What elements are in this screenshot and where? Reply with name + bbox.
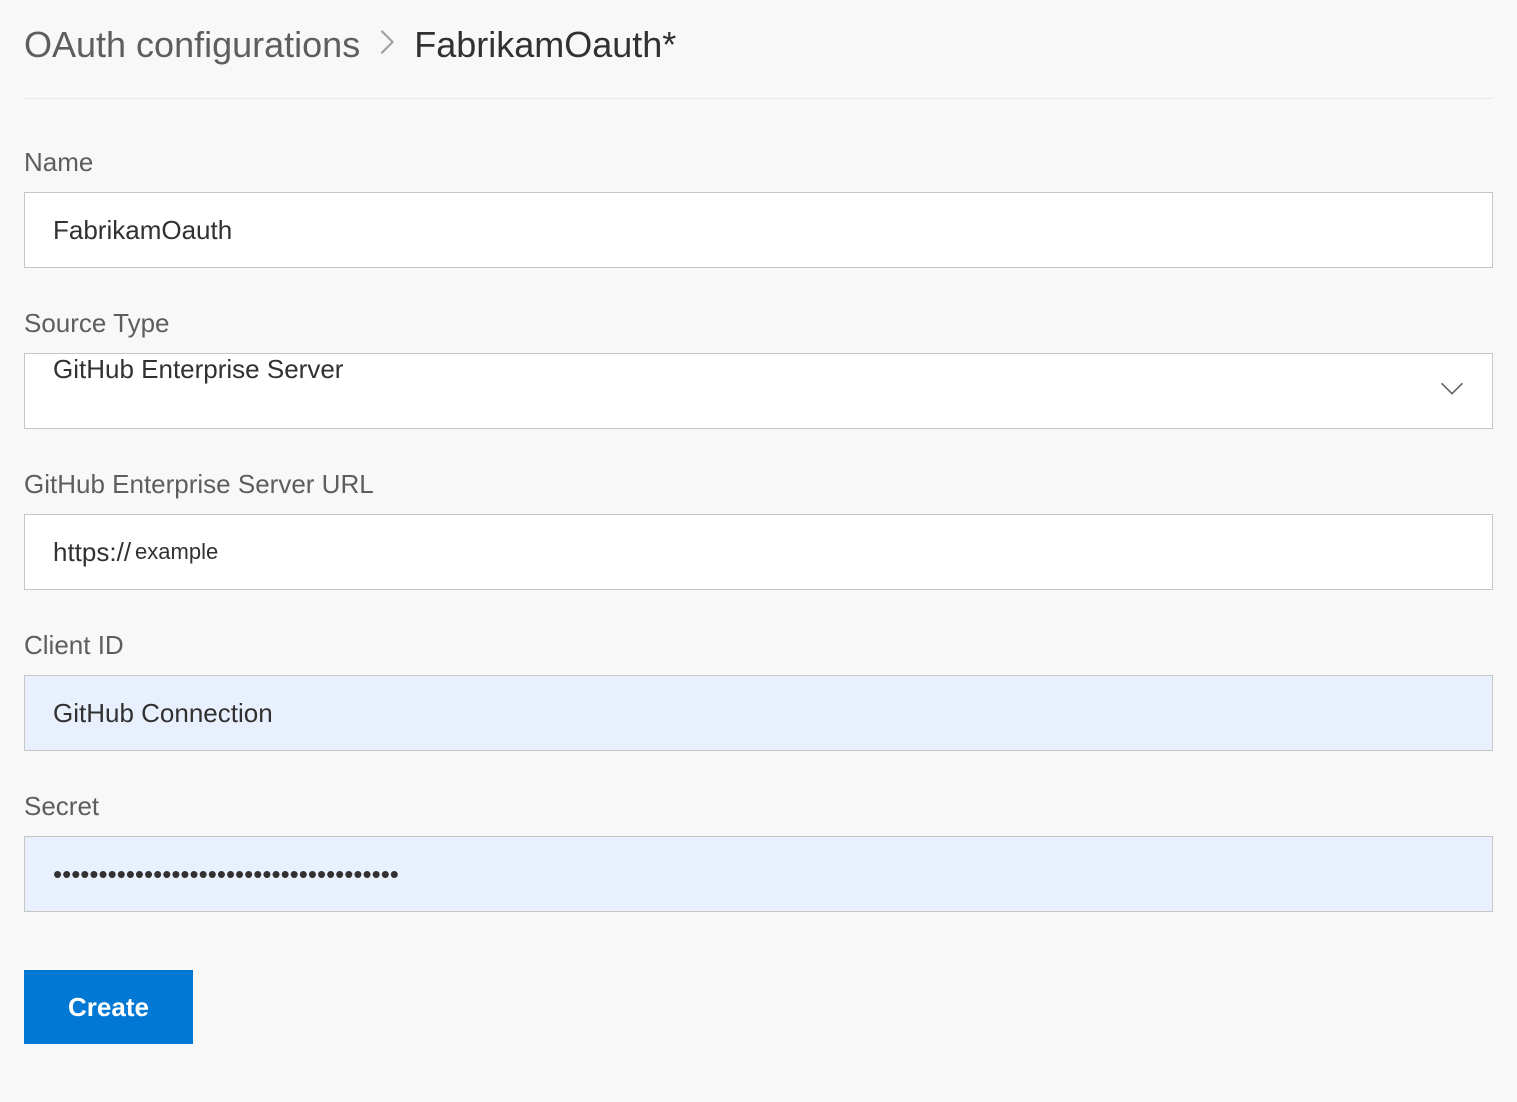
create-button[interactable]: Create [24,970,193,1044]
url-prefix: https:// [53,537,135,568]
source-type-label: Source Type [24,308,1493,339]
breadcrumb-parent[interactable]: OAuth configurations [24,24,360,66]
client-id-input[interactable] [24,675,1493,751]
server-url-label: GitHub Enterprise Server URL [24,469,1493,500]
field-source-type: Source Type GitHub Enterprise Server [24,308,1493,429]
name-input[interactable] [24,192,1493,268]
server-url-input-wrap[interactable]: https:// [24,514,1493,590]
secret-label: Secret [24,791,1493,822]
secret-input[interactable] [24,836,1493,912]
name-label: Name [24,147,1493,178]
field-client-id: Client ID [24,630,1493,751]
chevron-right-icon [378,28,396,63]
breadcrumb: OAuth configurations FabrikamOauth* [24,24,1493,99]
client-id-label: Client ID [24,630,1493,661]
field-secret: Secret [24,791,1493,912]
oauth-config-form: Name Source Type GitHub Enterprise Serve… [24,147,1493,1044]
field-name: Name [24,147,1493,268]
field-server-url: GitHub Enterprise Server URL https:// [24,469,1493,590]
breadcrumb-current: FabrikamOauth* [414,24,676,66]
source-type-select[interactable]: GitHub Enterprise Server [24,353,1493,429]
server-url-input[interactable] [135,515,1492,589]
